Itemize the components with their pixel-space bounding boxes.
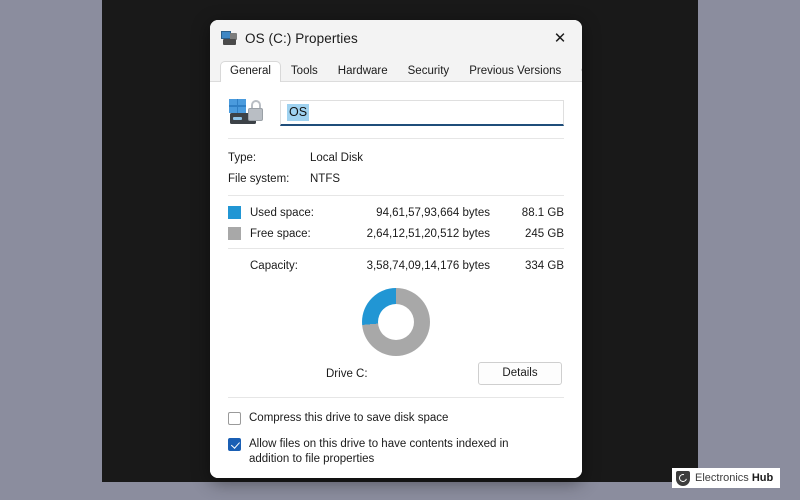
chart-caption-row: Drive C: Details xyxy=(228,362,564,385)
donut-hole xyxy=(378,304,414,340)
disk-usage-donut-chart xyxy=(362,288,430,356)
compress-drive-checkbox-row[interactable]: Compress this drive to save disk space xyxy=(228,411,564,427)
properties-dialog: OS (C:) Properties ✕ General Tools Hardw… xyxy=(210,20,582,478)
tab-quota[interactable]: Quota xyxy=(571,61,582,83)
index-contents-checkbox-row[interactable]: Allow files on this drive to have conten… xyxy=(228,437,564,468)
filesystem-value: NTFS xyxy=(310,172,341,185)
tab-general[interactable]: General xyxy=(220,60,281,82)
used-space-bytes: 94,61,57,93,664 bytes xyxy=(376,206,490,219)
drive-options-block: Compress this drive to save disk space A… xyxy=(228,398,564,478)
general-tab-pane: OS Type: Local Disk File system: NTFS Us… xyxy=(210,81,582,478)
type-value: Local Disk xyxy=(310,151,364,164)
disk-usage-chart-area: Drive C: Details xyxy=(228,280,564,385)
free-space-row: Free space: 2,64,12,51,20,512 bytes 245 … xyxy=(228,223,564,244)
dialog-title: OS (C:) Properties xyxy=(245,30,358,46)
capacity-label: Capacity: xyxy=(250,259,298,272)
used-space-label: Used space: xyxy=(250,206,314,219)
tab-previous-versions[interactable]: Previous Versions xyxy=(459,61,571,83)
filesystem-label: File system: xyxy=(228,172,290,185)
free-space-swatch-icon xyxy=(228,227,241,240)
watermark-text-bold: Hub xyxy=(751,472,774,484)
capacity-block: Capacity: 3,58,74,09,14,176 bytes 334 GB xyxy=(228,249,564,280)
volume-name-value: OS xyxy=(287,104,310,121)
capacity-gb: 334 GB xyxy=(525,259,564,272)
free-space-label: Free space: xyxy=(250,227,311,240)
drive-caption: Drive C: xyxy=(326,367,368,380)
watermark-text-light: Electronics xyxy=(695,472,752,484)
capacity-row: Capacity: 3,58,74,09,14,176 bytes 334 GB xyxy=(228,255,564,276)
tab-tools[interactable]: Tools xyxy=(281,61,328,83)
tab-strip: General Tools Hardware Security Previous… xyxy=(210,56,582,83)
details-button[interactable]: Details xyxy=(478,362,562,385)
used-space-gb: 88.1 GB xyxy=(521,206,564,219)
filesystem-row: File system: NTFS xyxy=(228,168,564,189)
volume-name-input[interactable]: OS xyxy=(280,100,564,126)
type-label: Type: xyxy=(228,151,257,164)
type-row: Type: Local Disk xyxy=(228,147,564,168)
watermark-text: Electronics Hub xyxy=(695,472,773,484)
drive-properties-icon xyxy=(221,30,238,46)
drive-info-block: Type: Local Disk File system: NTFS xyxy=(228,139,564,195)
capacity-bytes: 3,58,74,09,14,176 bytes xyxy=(366,259,490,272)
compress-drive-label: Compress this drive to save disk space xyxy=(249,412,449,424)
used-space-row: Used space: 94,61,57,93,664 bytes 88.1 G… xyxy=(228,202,564,223)
volume-name-row: OS xyxy=(228,94,564,138)
index-contents-label: Allow files on this drive to have conten… xyxy=(249,437,509,466)
used-space-swatch-icon xyxy=(228,206,241,219)
space-usage-block: Used space: 94,61,57,93,664 bytes 88.1 G… xyxy=(228,196,564,248)
close-icon[interactable]: ✕ xyxy=(538,20,582,56)
tab-security[interactable]: Security xyxy=(398,61,460,83)
free-space-gb: 245 GB xyxy=(525,227,564,240)
index-contents-checkbox[interactable] xyxy=(228,437,241,451)
watermark: Electronics Hub xyxy=(672,468,781,488)
tab-hardware[interactable]: Hardware xyxy=(328,61,398,83)
shield-logo-icon xyxy=(676,470,690,486)
compress-drive-checkbox[interactable] xyxy=(228,412,241,425)
dialog-titlebar: OS (C:) Properties ✕ xyxy=(210,20,582,56)
windows-drive-bitlocker-icon xyxy=(228,98,266,128)
free-space-bytes: 2,64,12,51,20,512 bytes xyxy=(366,227,490,240)
